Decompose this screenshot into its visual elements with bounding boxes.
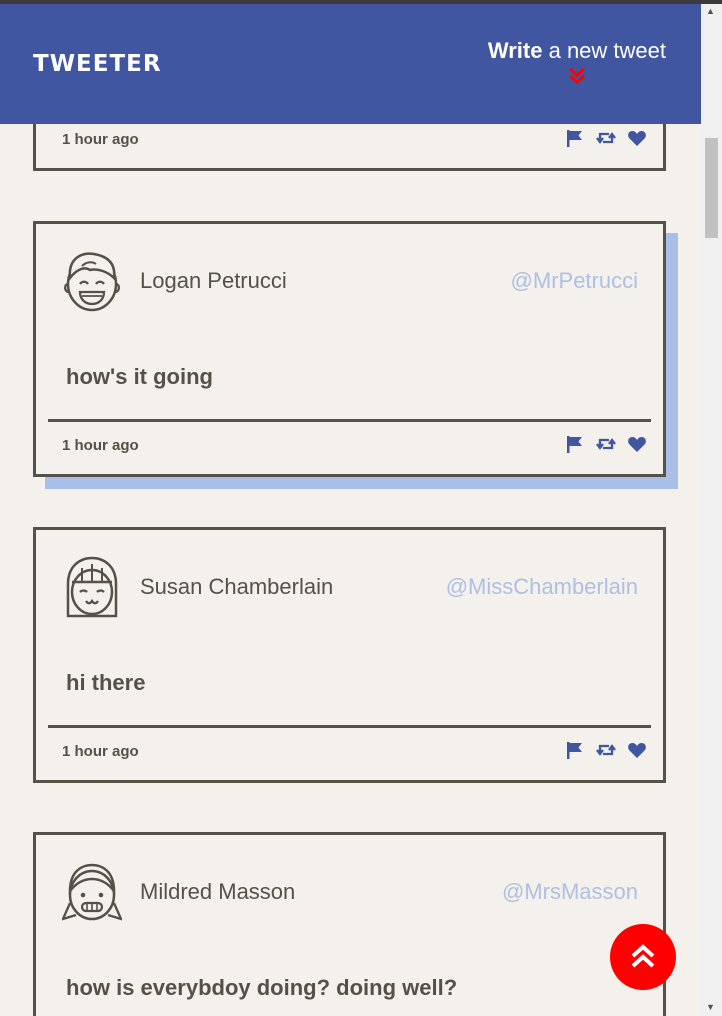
tweet-card: Mildred Masson @MrsMasson how is everybd… [33,832,666,1016]
tweet-text: how's it going [66,364,213,389]
tweet-text: how is everybdoy doing? doing well? [66,975,458,1000]
retweet-icon[interactable] [596,434,616,454]
navbar: TWEETER Write a new tweet [0,4,701,124]
avatar-girl-icon[interactable] [62,554,122,620]
avatar-girl-pigtails-icon[interactable] [62,859,122,925]
write-tweet-label-bold: Write [487,38,543,63]
tweet-card: Susan Chamberlain @MissChamberlain hi th… [33,527,666,783]
flag-icon[interactable] [565,740,585,760]
tweet-header: Logan Petrucci @MrPetrucci [36,224,663,339]
double-chevron-up-icon [631,944,655,968]
flag-icon[interactable] [565,434,585,454]
flag-icon[interactable] [565,128,585,148]
tweet-footer: 1 hour ago [48,725,651,780]
heart-icon[interactable] [627,128,647,148]
double-chevron-down-icon[interactable] [567,66,587,86]
tweet-header: Susan Chamberlain @MissChamberlain [36,530,663,645]
window-top-border [0,0,722,4]
avatar-boy-icon[interactable] [62,248,122,314]
tweet-author-handle[interactable]: @MissChamberlain [446,574,638,600]
tweet-author-name: Mildred Masson [140,879,296,904]
scroll-thumb[interactable] [705,138,718,238]
tweet-footer: 1 hour ago [48,419,651,474]
retweet-icon[interactable] [596,740,616,760]
scroll-down-arrow-icon[interactable]: ▼ [706,1002,715,1012]
tweet-timestamp: 1 hour ago [62,131,139,148]
tweet-actions [565,434,647,454]
tweet-text: hi there [66,670,146,695]
write-tweet-label[interactable]: Write a new tweet [488,38,666,64]
tweet-actions [565,128,647,148]
tweet-author-handle[interactable]: @MrPetrucci [511,268,638,294]
tweet-timestamp: 1 hour ago [62,743,139,760]
tweet-author-name: Logan Petrucci [140,268,287,293]
scroll-up-arrow-icon[interactable]: ▲ [706,6,715,16]
write-tweet-toggle[interactable]: Write a new tweet [488,38,666,86]
heart-icon[interactable] [627,740,647,760]
tweet-actions [565,740,647,760]
tweet-timestamp: 1 hour ago [62,437,139,454]
back-to-top-button[interactable] [610,924,676,990]
tweet-header: Mildred Masson @MrsMasson [36,835,663,950]
tweet-author-handle[interactable]: @MrsMasson [502,879,638,905]
scrollbar[interactable]: ▲ ▼ [701,4,722,1016]
brand-logo[interactable]: TWEETER [33,51,162,77]
tweet-card: Logan Petrucci @MrPetrucci how's it goin… [33,221,666,477]
heart-icon[interactable] [627,434,647,454]
write-tweet-label-rest: a new tweet [542,38,666,63]
retweet-icon[interactable] [596,128,616,148]
tweet-author-name: Susan Chamberlain [140,574,334,599]
